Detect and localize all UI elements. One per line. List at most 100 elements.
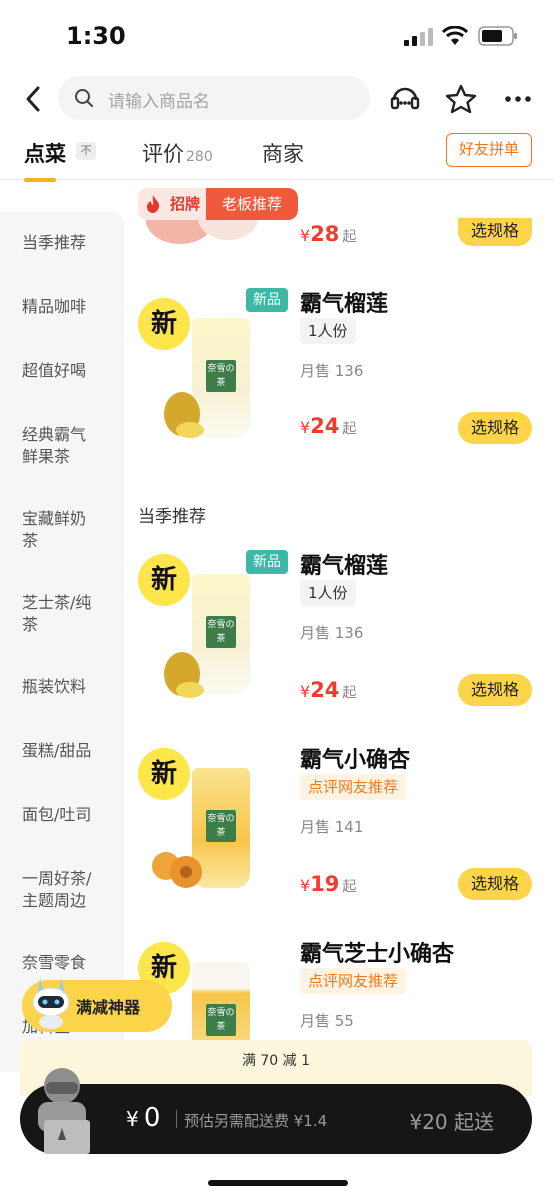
sidebar-item-bottled[interactable]: 瓶装饮料: [22, 676, 118, 698]
cart-amount: 0: [143, 1103, 161, 1133]
sidebar-item-cake[interactable]: 蛋糕/甜品: [22, 740, 118, 762]
robot-mascot-icon: [32, 978, 70, 1029]
tab-merchant[interactable]: 商家: [262, 138, 304, 168]
price-value: 28: [310, 222, 340, 246]
select-spec-button[interactable]: 选规格: [458, 674, 532, 706]
signature-label: 招牌: [169, 195, 200, 213]
new-badge: 新品: [246, 550, 288, 574]
sidebar-item-snacks[interactable]: 奈雪零食: [22, 952, 118, 974]
tab-order-label: 点菜: [24, 142, 66, 166]
customer-service-icon[interactable]: [388, 82, 422, 116]
price-suffix: 起: [342, 685, 357, 701]
reviews-count: 280: [186, 149, 213, 165]
search-icon: [75, 89, 93, 107]
cup-logo: 奈雪の茶: [206, 360, 236, 392]
product-card[interactable]: 奈雪の茶 新 新品 霸气榴莲 1人份 月售 136 ¥24 起 选规格: [124, 280, 554, 460]
select-spec-button[interactable]: 选规格: [458, 218, 532, 246]
sidebar-item-seasonal[interactable]: 当季推荐: [22, 232, 118, 254]
star-icon[interactable]: [444, 82, 478, 116]
battery-icon: [478, 26, 517, 46]
new-mark: 新: [138, 554, 190, 606]
price-currency: ¥: [300, 682, 311, 701]
product-name: 霸气小确杏: [300, 748, 411, 773]
category-sidebar: 当季推荐 精品咖啡 超值好喝 经典霸气鲜果茶 宝藏鲜奶茶 芝士茶/纯茶 瓶装饮料…: [0, 212, 124, 1072]
product-image: 奈雪の茶 新: [138, 748, 266, 898]
section-title: 当季推荐: [138, 507, 206, 527]
cup-logo: 奈雪の茶: [206, 1004, 236, 1036]
tab-reviews-label: 评价: [142, 142, 184, 166]
monthly-sales: 月售 141: [300, 818, 364, 836]
boss-recommend-label: 老板推荐: [206, 188, 298, 220]
price-suffix: 起: [342, 229, 357, 245]
sidebar-item-weekly[interactable]: 一周好茶/主题周边: [22, 868, 104, 912]
price-value: 24: [310, 678, 340, 702]
new-mark: 新: [138, 748, 190, 800]
home-indicator: [208, 1180, 348, 1186]
select-spec-button[interactable]: 选规格: [458, 868, 532, 900]
cart-total: ¥ 0: [126, 1103, 160, 1133]
product-tag: 1人份: [300, 580, 356, 606]
product-list: 招牌 老板推荐 ¥28 起 选规格 奈雪の茶 新 新品 霸气榴莲 1人份 月售 1…: [124, 180, 554, 1080]
product-tag: 点评网友推荐: [300, 774, 407, 800]
monthly-sales: 月售 136: [300, 624, 364, 642]
select-spec-button[interactable]: 选规格: [458, 412, 532, 444]
signature-badge: 招牌 老板推荐: [138, 188, 298, 220]
search-placeholder: 请输入商品名: [108, 92, 210, 112]
sidebar-item-cheese-tea[interactable]: 芝士茶/纯茶: [22, 592, 102, 636]
tab-merchant-label: 商家: [262, 142, 304, 166]
price-suffix: 起: [342, 879, 357, 895]
sidebar-item-value[interactable]: 超值好喝: [22, 360, 118, 382]
wifi-icon: [442, 26, 468, 45]
sidebar-item-milk-tea[interactable]: 宝藏鲜奶茶: [22, 508, 94, 552]
product-name: 霸气榴莲: [300, 292, 389, 317]
product-name: 霸气芝士小确杏: [300, 942, 455, 967]
order-tag: 不: [76, 142, 96, 160]
apricot-image: [152, 852, 202, 888]
product-card[interactable]: 奈雪の茶 新 新品 霸气榴莲 1人份 月售 136 ¥24 起 选规格: [124, 548, 554, 718]
product-tag: 点评网友推荐: [300, 968, 407, 994]
search-input[interactable]: 请输入商品名: [58, 76, 370, 120]
product-price: ¥28 起: [300, 222, 356, 246]
promo-chip-label: 满减神器: [76, 998, 141, 1017]
new-badge: 新品: [246, 288, 288, 312]
product-card-partial[interactable]: 招牌 老板推荐 ¥28 起 选规格: [124, 180, 554, 260]
monthly-sales: 月售 55: [300, 1012, 354, 1030]
delivery-fee: 预估另需配送费 ¥1.4: [184, 1112, 328, 1130]
product-price: ¥24 起: [300, 678, 356, 702]
back-icon[interactable]: [20, 84, 48, 114]
cup-logo: 奈雪の茶: [206, 810, 236, 842]
sidebar-item-fruit-tea[interactable]: 经典霸气鲜果茶: [22, 424, 94, 468]
cellular-signal-icon: [404, 28, 433, 46]
sidebar-item-bread[interactable]: 面包/吐司: [22, 804, 118, 826]
price-currency: ¥: [300, 418, 311, 437]
product-price: ¥19 起: [300, 872, 356, 896]
discount-helper-button[interactable]: 满减神器: [22, 978, 172, 1032]
cart-mascot-icon[interactable]: [24, 1064, 104, 1156]
durian-image: [164, 392, 204, 438]
cup-logo: 奈雪の茶: [206, 616, 236, 648]
product-image: 奈雪の茶 新: [138, 554, 266, 704]
more-icon[interactable]: [502, 82, 536, 116]
product-image: 奈雪の茶 新: [138, 294, 266, 444]
tab-order[interactable]: 点菜: [24, 138, 66, 168]
product-price: ¥24 起: [300, 414, 356, 438]
product-tag: 1人份: [300, 318, 356, 344]
new-mark: 新: [138, 298, 190, 350]
header-bar: 请输入商品名: [0, 72, 554, 128]
active-tab-indicator: [24, 178, 56, 182]
cart-currency: ¥: [126, 1107, 139, 1131]
price-suffix: 起: [342, 421, 357, 437]
price-currency: ¥: [300, 226, 311, 245]
monthly-sales: 月售 136: [300, 362, 364, 380]
cart-divider: [176, 1110, 177, 1128]
price-value: 24: [310, 414, 340, 438]
durian-image: [164, 652, 204, 698]
status-time: 1:30: [66, 22, 126, 50]
price-currency: ¥: [300, 876, 311, 895]
status-bar: 1:30: [0, 0, 554, 72]
sidebar-item-coffee[interactable]: 精品咖啡: [22, 296, 118, 318]
tab-reviews[interactable]: 评价 280: [142, 138, 213, 168]
product-card[interactable]: 奈雪の茶 新 霸气小确杏 点评网友推荐 月售 141 ¥19 起 选规格: [124, 742, 554, 912]
group-order-button[interactable]: 好友拼单: [446, 133, 532, 167]
price-value: 19: [310, 872, 340, 896]
